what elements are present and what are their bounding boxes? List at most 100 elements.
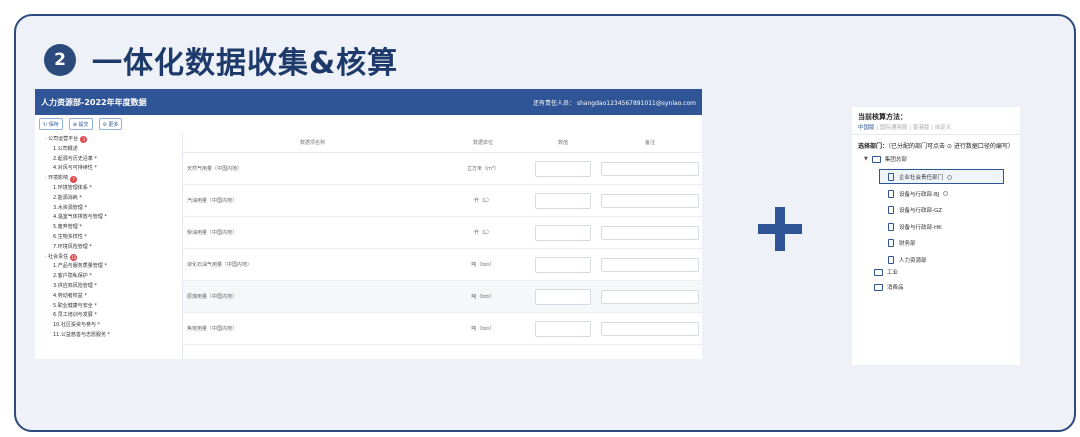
value-cell — [528, 160, 598, 177]
tree-node-label: 4.温室气体排放与管理 * — [53, 214, 107, 221]
remark-textarea[interactable] — [601, 321, 699, 336]
row-unit: 升（L） — [474, 230, 492, 236]
tree-node-label: · 环境影响 — [45, 175, 69, 182]
table-row: 汽油用量（中国内地） 升（L） — [183, 185, 702, 217]
dept-item[interactable]: 设备与行政部-HK — [888, 222, 942, 231]
divider — [852, 134, 1020, 135]
remark-textarea[interactable] — [601, 161, 699, 176]
app-header: 人力资源部-2022年年度数据 还有责任人员： shangdao12345678… — [35, 89, 702, 115]
dept-group-label: 集团总部 — [884, 157, 907, 163]
dept-item[interactable]: 设备与行政部-GZ — [888, 206, 942, 214]
col-name: 数据项名称 — [299, 140, 325, 146]
tree-node[interactable]: 11.公益慈善与志愿服务 * — [35, 331, 182, 341]
tree-node[interactable]: 6.员工培训与发展 * — [35, 311, 182, 321]
method-tabs: 中国版 | 国际通用版 | 香港版 | 自定义 — [858, 123, 951, 131]
method-tab-china[interactable]: 中国版 — [858, 125, 875, 131]
document-icon — [888, 189, 894, 198]
tree-node[interactable]: 7.环境风险管理 * — [35, 243, 182, 253]
tree-node-label: 11.公益慈善与志愿服务 * — [53, 331, 111, 338]
remark-textarea[interactable] — [601, 257, 699, 272]
app-toolbar: ↻ 保存 ⊕ 提交 ⊘ 更多 — [35, 115, 702, 133]
value-input[interactable] — [535, 160, 591, 177]
tree-node-label: 1.环境管理体系 * — [53, 184, 92, 191]
more-button[interactable]: ⊘ 更多 — [98, 118, 123, 130]
tree-node[interactable]: 5.废弃管理 * — [35, 223, 182, 233]
method-title: 当前核算方法： — [858, 113, 907, 121]
value-input[interactable] — [535, 224, 591, 241]
count-badge: 7 — [70, 175, 78, 183]
method-tab-others[interactable]: | 国际通用版 | 香港版 | 自定义 — [876, 125, 951, 131]
tree-node[interactable]: · 公司运营平台 3 — [35, 135, 182, 145]
value-input[interactable] — [535, 288, 591, 305]
tree-node-label: 4.劳动者权益 * — [53, 292, 87, 299]
dept-item[interactable]: 人力资源部 — [888, 255, 927, 264]
tree-node[interactable]: · 环境影响 7 — [35, 174, 182, 184]
tree-node[interactable]: 10.社区投资与参与 * — [35, 321, 182, 331]
dept-group-industry[interactable]: 工业 — [874, 268, 898, 276]
document-icon — [888, 222, 894, 231]
save-button[interactable]: ↻ 保存 — [39, 118, 63, 130]
tree-node[interactable]: 2.能源消耗 * — [35, 194, 182, 204]
tree-node[interactable]: 1.产品与服务质量管理 * — [35, 262, 182, 272]
dept-item[interactable]: 财务部 — [888, 239, 916, 247]
tree-node[interactable]: · 社会责任 11 — [35, 253, 182, 263]
section-number-badge: 2 — [44, 44, 76, 76]
col-remark: 备注 — [644, 140, 655, 146]
table-row: 原煤用量（中国内地） 吨（ton） — [183, 281, 702, 313]
caret-down-icon[interactable]: ▼ — [864, 156, 868, 162]
tree-node[interactable]: 1.环境管理体系 * — [35, 184, 182, 194]
value-input[interactable] — [535, 320, 591, 337]
value-cell — [528, 288, 598, 305]
edit-scope-icon[interactable] — [943, 191, 949, 196]
app-user-info: 还有责任人员： shangdao1234567891011@synlao.com — [532, 99, 696, 107]
dept-group-label: 工业 — [887, 270, 899, 276]
tree-node-label: 6.生物多样性 * — [53, 233, 87, 240]
tree-node[interactable]: 1.公司概述 — [35, 145, 182, 155]
value-input[interactable] — [535, 256, 591, 273]
dept-item-label: 设备与行政部-HK — [899, 224, 942, 231]
remark-textarea[interactable] — [601, 225, 699, 240]
tree-node-label: · 公司运营平台 — [45, 136, 79, 142]
section-header: 2 一体化数据收集&核算 — [44, 38, 398, 82]
tree-node[interactable]: 3.水资源管理 * — [35, 204, 182, 214]
tree-node-label: 1.公司概述 — [53, 145, 78, 152]
tree-node[interactable]: 2.客户隐私保护 * — [35, 272, 182, 282]
remark-textarea[interactable] — [601, 193, 699, 208]
value-input[interactable] — [535, 192, 591, 209]
remark-cell — [598, 225, 702, 240]
grid-header: 数据项名称 数据单位 数值 备注 — [183, 133, 702, 153]
row-name: 焦炭用量（中国内地） — [187, 326, 238, 332]
tree-node[interactable]: 5.职业健康与安全 * — [35, 302, 182, 312]
dept-item[interactable]: 企业社会责任部门 — [888, 173, 953, 181]
table-row: 天然气用量（中国内地） 立方米（m³） — [183, 153, 702, 185]
tree-node[interactable]: 4.温室气体排放与管理 * — [35, 213, 182, 223]
row-name: 液化石油气用量（中国内地） — [187, 262, 253, 268]
tree-node[interactable]: 3.供应商风险管理 * — [35, 282, 182, 292]
row-name: 汽油用量（中国内地） — [187, 198, 238, 204]
tree-node[interactable]: 4.对风与可持续性 * — [35, 164, 182, 174]
dept-item[interactable]: 设备与行政部-BJ — [888, 189, 949, 198]
count-badge: 3 — [80, 136, 88, 144]
dept-label: 选择部门： — [858, 143, 889, 150]
row-unit: 升（L） — [474, 198, 492, 204]
dept-label-row: 选择部门：（已分配的部门可点击 ⊙ 进行数据口径的编写） — [858, 141, 1014, 150]
remark-textarea[interactable] — [601, 289, 699, 304]
count-badge: 11 — [70, 253, 78, 261]
dept-group-hq[interactable]: ▼ 集团总部 — [864, 155, 907, 163]
submit-button[interactable]: ⊕ 提交 — [68, 118, 93, 130]
edit-scope-icon[interactable] — [947, 174, 953, 180]
row-name: 原煤用量（中国内地） — [187, 294, 238, 300]
tree-node[interactable]: 2.起源与历史沿革 * — [35, 155, 182, 165]
department-panel: 当前核算方法： 中国版 | 国际通用版 | 香港版 | 自定义 选择部门：（已分… — [852, 107, 1020, 365]
tree-node[interactable]: 4.劳动者权益 * — [35, 292, 182, 302]
row-name: 柴油用量（中国内地） — [187, 230, 238, 236]
tree-node-label: 3.水资源管理 * — [53, 204, 87, 211]
tree-node-label: 10.社区投资与参与 * — [53, 322, 101, 329]
tree-node-label: 5.废弃管理 * — [53, 224, 82, 231]
tree-node-label: 4.对风与可持续性 * — [53, 165, 97, 172]
tree-node-label: 6.员工培训与发展 * — [53, 312, 97, 319]
dept-group-consumer[interactable]: 消费品 — [874, 283, 904, 291]
tree-node[interactable]: 6.生物多样性 * — [35, 233, 182, 243]
value-cell — [528, 192, 598, 209]
remark-cell — [598, 321, 702, 336]
